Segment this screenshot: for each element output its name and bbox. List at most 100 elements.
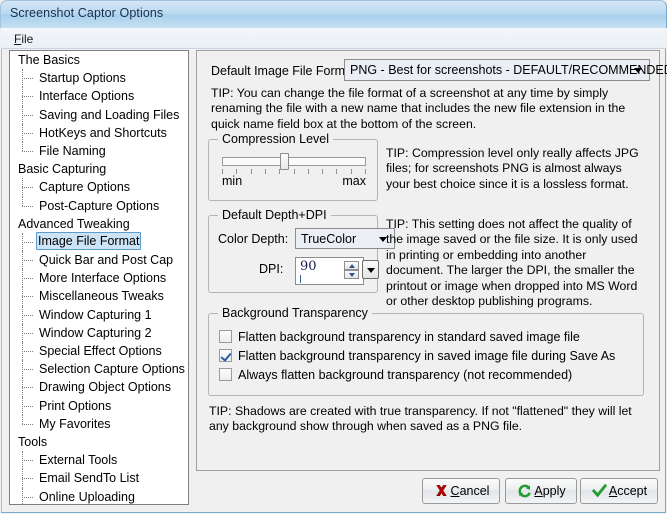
sidebar-item-external-tools[interactable]: External Tools: [10, 451, 188, 470]
sidebar-item-image-file-format[interactable]: Image File Format: [10, 231, 188, 252]
sidebar-item-online-uploading[interactable]: Online Uploading: [10, 487, 188, 504]
sidebar-item-interface-options[interactable]: Interface Options: [10, 87, 188, 106]
sidebar-item-basic-capturing[interactable]: Basic Capturing: [10, 160, 188, 178]
sidebar-item-hotkeys-and-shortcuts[interactable]: HotKeys and Shortcuts: [10, 123, 188, 143]
depth-dpi-group: Default Depth+DPI Color Depth: TrueColor…: [208, 208, 395, 293]
color-depth-label: Color Depth:: [218, 232, 289, 246]
apply-button[interactable]: Apply: [505, 478, 577, 504]
slider-tick: [294, 169, 295, 174]
client-area: The Basics Startup Options Interface Optio…: [1, 49, 667, 513]
sidebar-item-label: Image File Format: [36, 231, 142, 250]
stepper-up-icon[interactable]: [344, 261, 359, 270]
sidebar-item-miscellaneous-tweaks[interactable]: Miscellaneous Tweaks: [10, 287, 188, 306]
sidebar-item-drawing-object-options[interactable]: Drawing Object Options: [10, 378, 188, 397]
sidebar-item-startup-options[interactable]: Startup Options: [10, 69, 188, 88]
compression-max-label: max: [342, 174, 366, 188]
red-x-icon: [434, 484, 449, 499]
sidebar-item-label: Saving and Loading Files: [39, 107, 180, 122]
tree-connector: [22, 378, 35, 397]
tree-connector: [22, 232, 35, 252]
sidebar-item-special-effect-options[interactable]: Special Effect Options: [10, 342, 188, 361]
transparency-option-label: Flatten background transparency in saved…: [238, 349, 616, 363]
format-tip: TIP: You can change the file format of a…: [211, 86, 626, 131]
tree-connector: [22, 178, 35, 197]
sidebar-item-saving-and-loading-files[interactable]: Saving and Loading Files: [10, 105, 188, 124]
tree-connector: [22, 451, 35, 470]
title-bar: Screenshot Captor Options: [0, 0, 667, 28]
sidebar-item-more-interface-options[interactable]: More Interface Options: [10, 269, 188, 288]
compression-min-label: min: [222, 174, 243, 188]
refresh-icon: [517, 484, 532, 499]
slider-tick: [265, 169, 266, 174]
accept-button[interactable]: Accept: [580, 478, 658, 504]
dpi-stepper[interactable]: [344, 261, 359, 279]
default-format-combo[interactable]: PNG - Best for screenshots - DEFAULT/REC…: [344, 59, 667, 81]
tree-connector: [22, 141, 35, 160]
sidebar-item-label: External Tools: [39, 453, 118, 468]
sidebar-item-my-favorites[interactable]: My Favorites: [10, 414, 188, 433]
sidebar-item-quick-bar-and-post-cap[interactable]: Quick Bar and Post Cap: [10, 251, 188, 270]
sidebar-item-post-capture-options[interactable]: Post-Capture Options: [10, 196, 188, 215]
compression-tip: TIP: Compression level only really affec…: [386, 146, 639, 191]
footer-tip: TIP: Shadows are created with true trans…: [209, 404, 632, 434]
sidebar-item-label: Special Effect Options: [39, 344, 162, 358]
sidebar-item-label: Online Uploading: [39, 489, 135, 504]
checkbox-unchecked-icon[interactable]: [219, 330, 232, 343]
color-depth-combo[interactable]: TrueColor: [295, 228, 395, 249]
checkbox-unchecked-icon[interactable]: [219, 368, 232, 381]
tree-connector: [22, 360, 35, 379]
transparency-option-label: Flatten background transparency in stand…: [238, 330, 580, 344]
apply-button-label: Apply: [534, 484, 566, 498]
menu-bar: File: [1, 28, 666, 49]
tree-connector: [22, 396, 35, 415]
window-title: Screenshot Captor Options: [10, 6, 164, 20]
slider-tick: [308, 169, 309, 174]
sidebar-item-label: Drawing Object Options: [39, 380, 172, 395]
sidebar-item-label: Miscellaneous Tweaks: [39, 289, 164, 304]
sidebar-item-capture-options[interactable]: Capture Options: [10, 178, 188, 197]
compression-slider-thumb[interactable]: [280, 153, 290, 170]
sidebar-item-label: Advanced Tweaking: [18, 216, 130, 231]
default-format-label: Default Image File Format:: [211, 64, 359, 78]
sidebar-item-advanced-tweaking[interactable]: Advanced Tweaking: [10, 215, 188, 233]
sidebar-item-window-capturing-2[interactable]: Window Capturing 2: [10, 323, 188, 343]
tree-connector: [22, 196, 35, 215]
sidebar-item-file-naming[interactable]: File Naming: [10, 141, 188, 160]
tree-connector: [22, 251, 35, 270]
color-depth-value: TrueColor: [301, 231, 357, 246]
tree-connector: [22, 323, 35, 343]
slider-tick: [322, 169, 323, 174]
sidebar-item-selection-capture-options[interactable]: Selection Capture Options: [10, 360, 188, 379]
sidebar-item-the-basics[interactable]: The Basics: [10, 51, 188, 69]
sidebar-item-label: Print Options: [39, 398, 112, 413]
options-main-panel: Default Image File Format: PNG - Best fo…: [196, 50, 667, 471]
sidebar-item-email-sendto-list[interactable]: Email SendTo List: [10, 469, 188, 488]
sidebar-item-tools[interactable]: Tools: [10, 433, 188, 451]
stepper-down-icon[interactable]: [344, 270, 359, 279]
options-window: Screenshot Captor Options File The Basic…: [0, 0, 667, 514]
sidebar-item-label: Post-Capture Options: [39, 198, 160, 213]
dpi-value: 90: [300, 259, 317, 274]
cancel-button[interactable]: Cancel: [422, 478, 500, 504]
sidebar-item-print-options[interactable]: Print Options: [10, 396, 188, 415]
depth-dpi-title: Default Depth+DPI: [218, 208, 331, 222]
sidebar-item-label: The Basics: [18, 53, 80, 67]
dpi-preset-dropdown-button[interactable]: [362, 260, 379, 279]
green-check-icon: [591, 483, 608, 499]
sidebar-item-label: Interface Options: [39, 89, 135, 104]
options-tree[interactable]: The Basics Startup Options Interface Optio…: [9, 50, 189, 505]
menu-item-file[interactable]: File: [9, 31, 38, 47]
default-format-value: PNG - Best for screenshots - DEFAULT/REC…: [350, 63, 667, 77]
tree-connector: [22, 287, 35, 306]
tree-connector: [22, 469, 35, 488]
tree-connector: [22, 105, 35, 124]
compression-slider-track[interactable]: [222, 157, 366, 166]
checkbox-checked-icon[interactable]: [219, 349, 232, 362]
slider-tick: [336, 169, 337, 174]
background-transparency-title: Background Transparency: [218, 306, 372, 320]
sidebar-item-label: HotKeys and Shortcuts: [39, 125, 167, 140]
slider-tick: [279, 169, 280, 174]
sidebar-item-window-capturing-1[interactable]: Window Capturing 1: [10, 305, 188, 325]
text-caret: [300, 275, 301, 283]
sidebar-item-label: File Naming: [39, 143, 106, 158]
